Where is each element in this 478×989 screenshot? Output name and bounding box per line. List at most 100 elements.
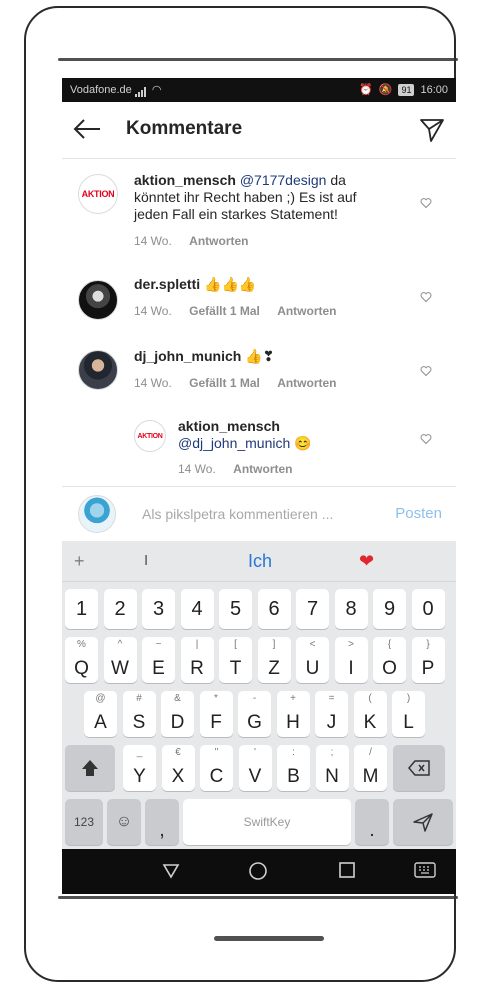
- key-s[interactable]: # S: [122, 691, 156, 737]
- likes-count[interactable]: Gefällt 1 Mal: [189, 304, 260, 318]
- likes-count[interactable]: Gefällt 1 Mal: [189, 376, 260, 390]
- key-secondary-label: ': [254, 747, 256, 758]
- key-x[interactable]: € X: [161, 745, 195, 791]
- reply-button[interactable]: Antworten: [277, 376, 336, 390]
- key-3[interactable]: 3: [142, 589, 175, 629]
- comment-emoji: 👍👍👍: [204, 276, 257, 292]
- key-b[interactable]: :B: [277, 745, 310, 791]
- emoji-key[interactable]: ☺: [107, 799, 141, 845]
- key-w[interactable]: ^ W: [103, 637, 137, 683]
- key-7[interactable]: 7: [296, 589, 329, 629]
- key-secondary-label: ~: [155, 639, 162, 650]
- nav-home-icon[interactable]: [248, 861, 268, 886]
- reply-button[interactable]: Antworten: [233, 462, 292, 476]
- nav-recents-icon[interactable]: [338, 861, 356, 884]
- key-r[interactable]: | R: [180, 637, 214, 683]
- key-label: S: [132, 712, 146, 733]
- key-f[interactable]: * F: [199, 691, 233, 737]
- avatar[interactable]: AKTION: [78, 174, 118, 214]
- key-j[interactable]: = J: [315, 691, 348, 737]
- nav-keyboard-icon[interactable]: [414, 861, 436, 884]
- phone-screen: Vodafone.de ◠ ⏰ 🔕 91 16:00 Kommentare AK…: [62, 78, 456, 894]
- key-1[interactable]: 1: [65, 589, 98, 629]
- key-label: T: [229, 658, 242, 679]
- toolbar-expand-button[interactable]: +: [74, 551, 85, 572]
- key-k[interactable]: (K: [353, 691, 387, 737]
- key-i[interactable]: > I: [334, 637, 368, 683]
- key-g[interactable]: -G: [238, 691, 271, 737]
- comment-username[interactable]: aktion_mensch: [134, 172, 236, 188]
- comment-text: dj_john_munich 👍❣: [134, 348, 274, 365]
- reply-button[interactable]: Antworten: [189, 234, 248, 248]
- key-p[interactable]: } P: [411, 637, 445, 683]
- key-n[interactable]: ; N: [315, 745, 349, 791]
- key-l[interactable]: ) L: [392, 691, 425, 737]
- comment-input[interactable]: [140, 505, 374, 523]
- key-d[interactable]: & D: [161, 691, 194, 737]
- key-u[interactable]: < U: [296, 637, 329, 683]
- key-secondary-label: ;: [330, 747, 334, 758]
- avatar-logo-text: AKTION: [137, 432, 163, 440]
- key-4[interactable]: 4: [180, 589, 214, 629]
- nav-back-icon[interactable]: [162, 861, 180, 884]
- heart-icon[interactable]: [420, 364, 432, 377]
- key-z[interactable]: ] Z: [257, 637, 291, 683]
- key-o[interactable]: {O: [373, 637, 406, 683]
- key-y[interactable]: _ Y: [123, 745, 156, 791]
- backspace-key[interactable]: [392, 745, 445, 791]
- backspace-icon: [407, 760, 430, 776]
- comment-username[interactable]: der.spletti: [134, 276, 200, 292]
- key-label: A: [94, 712, 107, 733]
- avatar[interactable]: [78, 350, 118, 390]
- direct-send-icon[interactable]: [418, 116, 446, 144]
- key-q[interactable]: % Q: [65, 637, 98, 683]
- key-h[interactable]: + H: [276, 691, 310, 737]
- comment-composer: Posten: [62, 486, 456, 542]
- heart-icon[interactable]: [420, 290, 432, 303]
- key-c[interactable]: " C: [200, 745, 233, 791]
- comment-meta: 14 Wo. Antworten: [134, 234, 248, 248]
- key-secondary-label: +: [290, 693, 296, 704]
- period-key[interactable]: .: [355, 799, 389, 845]
- send-key[interactable]: [393, 799, 453, 845]
- avatar[interactable]: [78, 280, 118, 320]
- key-5[interactable]: 5: [219, 589, 252, 629]
- reply-button[interactable]: Antworten: [277, 304, 336, 318]
- key-2[interactable]: 2: [103, 589, 137, 629]
- space-bar[interactable]: SwiftKey: [183, 799, 351, 845]
- shift-key[interactable]: [65, 745, 115, 791]
- suggestion-center[interactable]: Ich: [248, 551, 272, 572]
- key-label: R: [190, 658, 204, 679]
- comment-username[interactable]: dj_john_munich: [134, 348, 241, 364]
- alarm-icon: ⏰: [359, 84, 373, 96]
- heart-icon[interactable]: [420, 196, 432, 209]
- back-arrow-icon[interactable]: [72, 116, 102, 142]
- suggestion-right[interactable]: ❤: [359, 551, 374, 572]
- key-m[interactable]: / M: [354, 745, 387, 791]
- key-9[interactable]: 9: [373, 589, 406, 629]
- key-secondary-label: ]: [272, 639, 276, 650]
- post-button[interactable]: Posten: [395, 505, 442, 522]
- key-v[interactable]: ' V: [238, 745, 272, 791]
- comma-key[interactable]: ,: [145, 799, 179, 845]
- key-secondary-label: }: [426, 639, 430, 650]
- key-label: V: [248, 766, 262, 787]
- key-a[interactable]: @ A: [84, 691, 117, 737]
- key-t[interactable]: [T: [219, 637, 252, 683]
- key-secondary-label: {: [387, 639, 392, 650]
- heart-icon[interactable]: [420, 432, 432, 445]
- key-label: C: [209, 766, 224, 787]
- key-e[interactable]: ~ E: [142, 637, 175, 683]
- numbers-toggle-key[interactable]: 123: [65, 799, 103, 845]
- key-0[interactable]: 0: [411, 589, 445, 629]
- key-secondary-label: >: [348, 639, 354, 650]
- key-8[interactable]: 8: [334, 589, 368, 629]
- suggestion-left[interactable]: I: [144, 552, 148, 569]
- key-label: G: [247, 712, 262, 733]
- avatar[interactable]: AKTION: [134, 420, 166, 452]
- key-6[interactable]: 6: [257, 589, 291, 629]
- comment-mention[interactable]: @7177design: [240, 172, 327, 188]
- key-label: 1: [75, 597, 88, 620]
- comment-username[interactable]: aktion_mensch: [178, 418, 280, 434]
- comment-mention[interactable]: @dj_john_munich: [178, 435, 290, 451]
